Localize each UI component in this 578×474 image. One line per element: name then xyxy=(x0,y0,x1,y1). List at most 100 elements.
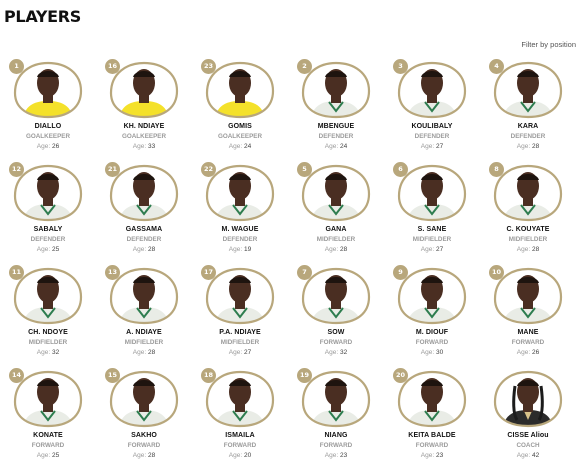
players-row: 1 DIALLO GOALKEEPER Age: 26 16 KH. NDIAYE GOAL… xyxy=(0,56,578,159)
player-position: FORWARD xyxy=(223,442,257,449)
player-name: SABALY xyxy=(33,226,63,233)
age-label: Age: xyxy=(228,246,243,253)
player-age: Age: 23 xyxy=(288,452,384,459)
age-value: 26 xyxy=(530,349,540,356)
player-position: DEFENDER xyxy=(222,236,258,243)
shirt-number-badge: 3 xyxy=(393,59,408,74)
players-row: 12 SABALY DEFENDER Age: 25 21 GASSAMA DEFENDER… xyxy=(0,159,578,262)
player-card[interactable]: 11 CH. NDOYE MIDFIELDER Age: 32 xyxy=(0,262,96,365)
age-value: 42 xyxy=(530,452,540,459)
player-age: Age: 26 xyxy=(480,349,576,356)
age-value: 28 xyxy=(146,246,156,253)
age-value: 27 xyxy=(434,246,444,253)
age-value: 28 xyxy=(338,246,348,253)
player-card[interactable]: 6 S. SANE MIDFIELDER Age: 27 xyxy=(384,159,480,262)
player-card[interactable]: 10 MANE FORWARD Age: 26 xyxy=(480,262,576,365)
player-age: Age: 20 xyxy=(192,452,288,459)
player-name: NIANG xyxy=(324,432,348,439)
players-row: 14 KONATE FORWARD Age: 25 15 SAKHO FORWARD Age:… xyxy=(0,365,578,468)
player-name: GASSAMA xyxy=(125,226,163,233)
players-grid: 1 DIALLO GOALKEEPER Age: 26 16 KH. NDIAYE GOAL… xyxy=(0,56,578,468)
player-position: MIDFIELDER xyxy=(316,236,356,243)
player-card[interactable]: 18 ISMAILA FORWARD Age: 20 xyxy=(192,365,288,468)
age-label: Age: xyxy=(228,349,243,356)
player-card[interactable]: 1 DIALLO GOALKEEPER Age: 26 xyxy=(0,56,96,159)
player-name: KARA xyxy=(517,123,539,130)
player-card[interactable]: 12 SABALY DEFENDER Age: 25 xyxy=(0,159,96,262)
player-card[interactable]: 17 P.A. NDIAYE MIDFIELDER Age: 27 xyxy=(192,262,288,365)
age-label: Age: xyxy=(516,452,531,459)
player-card[interactable]: 21 GASSAMA DEFENDER Age: 28 xyxy=(96,159,192,262)
player-card[interactable]: CISSE Aliou COACH Age: 42 xyxy=(480,365,576,468)
player-card[interactable]: 19 NIANG FORWARD Age: 23 xyxy=(288,365,384,468)
player-position: MIDFIELDER xyxy=(220,339,260,346)
age-label: Age: xyxy=(228,452,243,459)
player-age: Age: 27 xyxy=(384,143,480,150)
player-age: Age: 25 xyxy=(0,246,96,253)
player-name: P.A. NDIAYE xyxy=(219,329,261,336)
filter-by-position-link[interactable]: Filter by position xyxy=(521,40,576,49)
player-name: KONATE xyxy=(33,432,63,439)
page-title: PLAYERS xyxy=(4,7,82,26)
player-card[interactable]: 5 GANA MIDFIELDER Age: 28 xyxy=(288,159,384,262)
shirt-number-badge: 4 xyxy=(489,59,504,74)
player-card[interactable]: 8 C. KOUYATE MIDFIELDER Age: 28 xyxy=(480,159,576,262)
player-position: DEFENDER xyxy=(126,236,162,243)
player-age: Age: 28 xyxy=(480,246,576,253)
age-value: 28 xyxy=(146,349,156,356)
age-label: Age: xyxy=(36,349,51,356)
player-card[interactable]: 23 GOMIS GOALKEEPER Age: 24 xyxy=(192,56,288,159)
shirt-number-badge: 11 xyxy=(9,265,24,280)
player-name: GOMIS xyxy=(228,123,252,130)
player-card[interactable]: 9 M. DIOUF FORWARD Age: 30 xyxy=(384,262,480,365)
player-name: DIALLO xyxy=(34,123,62,130)
shirt-number-badge: 2 xyxy=(297,59,312,74)
player-age: Age: 28 xyxy=(96,452,192,459)
player-card[interactable]: 14 KONATE FORWARD Age: 25 xyxy=(0,365,96,468)
age-value: 20 xyxy=(242,452,252,459)
player-name: S. SANE xyxy=(417,226,447,233)
player-card[interactable]: 22 M. WAGUE DEFENDER Age: 19 xyxy=(192,159,288,262)
player-age: Age: 23 xyxy=(384,452,480,459)
shirt-number-badge: 19 xyxy=(297,368,312,383)
player-card[interactable]: 20 KEITA BALDE FORWARD Age: 23 xyxy=(384,365,480,468)
age-label: Age: xyxy=(516,143,531,150)
age-value: 32 xyxy=(338,349,348,356)
age-label: Age: xyxy=(228,143,243,150)
player-age: Age: 25 xyxy=(0,452,96,459)
player-card[interactable]: 4 KARA DEFENDER Age: 28 xyxy=(480,56,576,159)
age-label: Age: xyxy=(516,349,531,356)
player-card[interactable]: 7 SOW FORWARD Age: 32 xyxy=(288,262,384,365)
player-name: SAKHO xyxy=(131,432,157,439)
age-label: Age: xyxy=(420,246,435,253)
age-value: 23 xyxy=(434,452,444,459)
player-card[interactable]: 15 SAKHO FORWARD Age: 28 xyxy=(96,365,192,468)
player-age: Age: 28 xyxy=(288,246,384,253)
age-label: Age: xyxy=(420,349,435,356)
players-row: 11 CH. NDOYE MIDFIELDER Age: 32 13 A. NDIAYE M… xyxy=(0,262,578,365)
player-age: Age: 28 xyxy=(480,143,576,150)
player-position: MIDFIELDER xyxy=(28,339,68,346)
age-label: Age: xyxy=(132,143,147,150)
shirt-number-badge: 6 xyxy=(393,162,408,177)
player-card[interactable]: 2 MBENGUE DEFENDER Age: 24 xyxy=(288,56,384,159)
age-label: Age: xyxy=(324,246,339,253)
player-position: MIDFIELDER xyxy=(508,236,548,243)
shirt-number-badge: 23 xyxy=(201,59,216,74)
player-card[interactable]: 3 KOULIBALY DEFENDER Age: 27 xyxy=(384,56,480,159)
player-name: ISMAILA xyxy=(225,432,255,439)
age-label: Age: xyxy=(516,246,531,253)
age-value: 19 xyxy=(242,246,252,253)
player-name: M. DIOUF xyxy=(415,329,449,336)
player-name: SOW xyxy=(327,329,345,336)
player-position: COACH xyxy=(516,442,540,449)
player-position: FORWARD xyxy=(415,339,449,346)
player-portrait xyxy=(493,370,563,428)
player-name: M. WAGUE xyxy=(221,226,259,233)
age-value: 32 xyxy=(50,349,60,356)
player-card[interactable]: 16 KH. NDIAYE GOALKEEPER Age: 33 xyxy=(96,56,192,159)
player-age: Age: 27 xyxy=(384,246,480,253)
player-position: FORWARD xyxy=(511,339,545,346)
player-card[interactable]: 13 A. NDIAYE MIDFIELDER Age: 28 xyxy=(96,262,192,365)
player-position: DEFENDER xyxy=(318,133,354,140)
